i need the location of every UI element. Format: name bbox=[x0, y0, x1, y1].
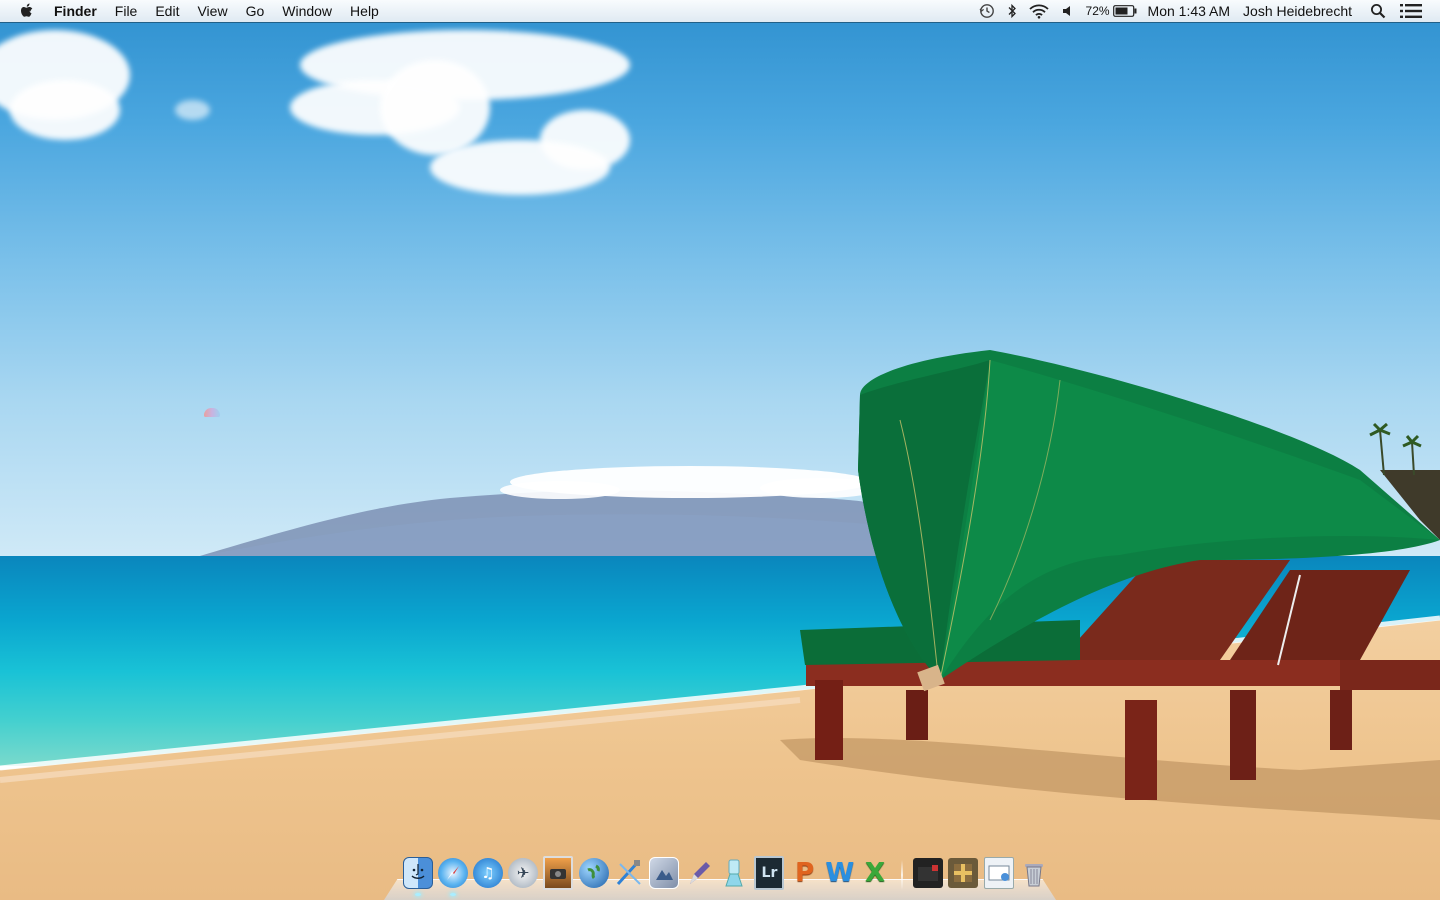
menu-view[interactable]: View bbox=[188, 0, 236, 22]
time-machine-icon[interactable] bbox=[979, 0, 995, 22]
dock-item-finder[interactable] bbox=[402, 856, 433, 896]
downloads-stack-icon bbox=[983, 857, 1014, 889]
menu-go[interactable]: Go bbox=[237, 0, 274, 22]
menu-bar: Finder File Edit View Go Window Help 72%… bbox=[0, 0, 1440, 22]
menu-window[interactable]: Window bbox=[273, 0, 341, 22]
trash-icon bbox=[1019, 858, 1049, 888]
dock-stack-folder[interactable] bbox=[913, 856, 944, 890]
menu-bar-status: 72% Mon 1:43 AM Josh Heidebrecht bbox=[973, 0, 1440, 22]
dock-item-itunes[interactable]: ♫ bbox=[472, 856, 503, 890]
dock-stack-downloads[interactable] bbox=[983, 856, 1014, 890]
safari-icon bbox=[437, 858, 468, 888]
dock-item-preview[interactable] bbox=[648, 856, 679, 890]
dock-item-globe[interactable] bbox=[578, 856, 609, 890]
menu-app-finder[interactable]: Finder bbox=[45, 0, 106, 22]
dock: ♫ ✈ Lr P W X bbox=[384, 852, 1056, 900]
preview-icon bbox=[648, 857, 679, 889]
bluetooth-icon[interactable] bbox=[1007, 0, 1017, 22]
menu-file[interactable]: File bbox=[106, 0, 147, 22]
excel-icon: X bbox=[865, 858, 886, 888]
running-indicator bbox=[414, 893, 421, 896]
wifi-icon[interactable] bbox=[1028, 0, 1049, 22]
dock-item-pen-tool[interactable] bbox=[684, 856, 714, 890]
notification-center-icon[interactable] bbox=[1400, 0, 1422, 22]
dock-icons: ♫ ✈ Lr P W X bbox=[400, 856, 1051, 896]
running-indicator bbox=[449, 893, 456, 896]
user-name[interactable]: Josh Heidebrecht bbox=[1243, 3, 1352, 19]
pen-icon bbox=[684, 858, 714, 888]
dock-item-excel[interactable]: X bbox=[860, 856, 890, 890]
xcode-icon bbox=[614, 858, 644, 888]
battery-icon[interactable] bbox=[1112, 0, 1137, 22]
beach-cabana-chairs bbox=[780, 350, 1440, 820]
dock-stack-package[interactable] bbox=[948, 856, 979, 890]
package-stack-icon bbox=[948, 858, 979, 888]
dock-item-word[interactable]: W bbox=[825, 856, 855, 890]
dock-item-powerpoint[interactable]: P bbox=[790, 856, 820, 890]
word-icon: W bbox=[825, 858, 855, 888]
flask-icon bbox=[719, 858, 749, 888]
spotlight-search-icon[interactable] bbox=[1370, 0, 1386, 22]
battery-percentage[interactable]: 72% bbox=[1086, 4, 1110, 18]
itunes-icon: ♫ bbox=[472, 858, 503, 888]
lightroom-icon: Lr bbox=[754, 856, 785, 890]
mail-stamp-icon: ✈ bbox=[508, 858, 539, 888]
dock-separator bbox=[900, 860, 903, 890]
dock-item-lightroom[interactable]: Lr bbox=[754, 856, 785, 890]
globe-icon bbox=[578, 858, 609, 888]
finder-icon bbox=[402, 857, 433, 889]
dock-item-flask[interactable] bbox=[719, 856, 749, 890]
dock-item-safari[interactable] bbox=[437, 856, 468, 896]
apple-menu-icon[interactable] bbox=[19, 2, 35, 20]
dock-item-trash[interactable] bbox=[1019, 856, 1049, 890]
dock-item-iphoto[interactable] bbox=[543, 856, 574, 890]
menu-help[interactable]: Help bbox=[341, 0, 388, 22]
folder-stack-icon bbox=[913, 858, 944, 888]
desktop-wallpaper bbox=[0, 0, 1440, 900]
menu-bar-left: Finder File Edit View Go Window Help bbox=[0, 0, 388, 22]
dock-item-mail-stamp[interactable]: ✈ bbox=[508, 856, 539, 890]
clock[interactable]: Mon 1:43 AM bbox=[1148, 3, 1231, 19]
volume-icon[interactable] bbox=[1061, 0, 1075, 22]
menu-edit[interactable]: Edit bbox=[146, 0, 188, 22]
powerpoint-icon: P bbox=[795, 858, 815, 888]
iphoto-icon bbox=[543, 856, 574, 890]
dock-item-xcode[interactable] bbox=[614, 856, 644, 890]
